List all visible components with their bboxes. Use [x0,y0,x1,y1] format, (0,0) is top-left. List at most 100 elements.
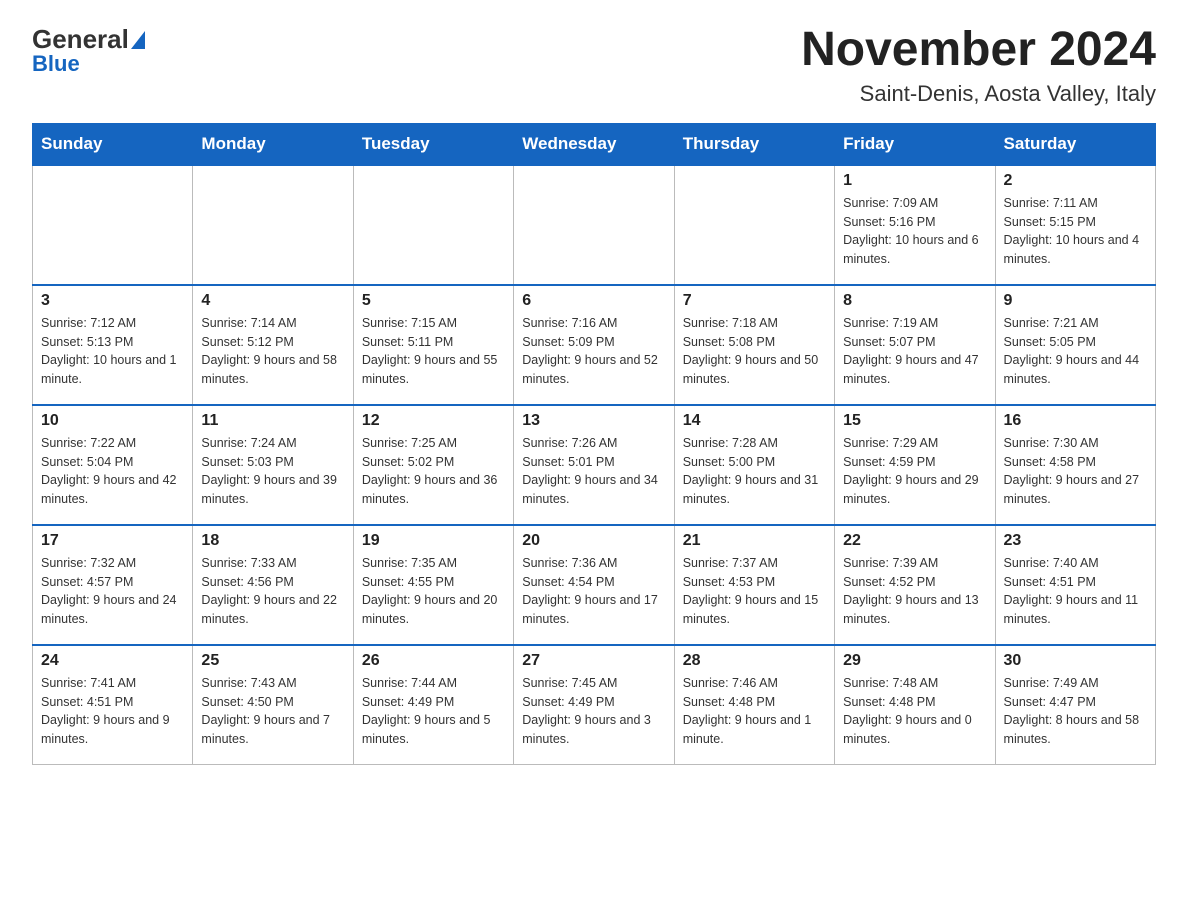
title-block: November 2024 Saint-Denis, Aosta Valley,… [801,24,1156,107]
day-info: Sunrise: 7:18 AMSunset: 5:08 PMDaylight:… [683,314,826,389]
calendar-cell: 6 Sunrise: 7:16 AMSunset: 5:09 PMDaylight… [514,285,674,405]
day-info: Sunrise: 7:32 AMSunset: 4:57 PMDaylight:… [41,554,184,629]
day-info: Sunrise: 7:41 AMSunset: 4:51 PMDaylight:… [41,674,184,749]
calendar-week-4: 17 Sunrise: 7:32 AMSunset: 4:57 PMDayligh… [33,525,1156,645]
day-number: 11 [201,412,344,430]
day-number: 21 [683,532,826,550]
day-info: Sunrise: 7:33 AMSunset: 4:56 PMDaylight:… [201,554,344,629]
day-number: 22 [843,532,986,550]
day-number: 27 [522,652,665,670]
day-number: 13 [522,412,665,430]
calendar-header-friday: Friday [835,123,995,165]
day-info: Sunrise: 7:28 AMSunset: 5:00 PMDaylight:… [683,434,826,509]
day-number: 18 [201,532,344,550]
day-number: 2 [1004,172,1147,190]
calendar-header-sunday: Sunday [33,123,193,165]
calendar-cell: 29 Sunrise: 7:48 AMSunset: 4:48 PMDayligh… [835,645,995,765]
calendar-cell: 4 Sunrise: 7:14 AMSunset: 5:12 PMDaylight… [193,285,353,405]
day-number: 23 [1004,532,1147,550]
calendar-cell: 28Sunrise: 7:46 AMSunset: 4:48 PMDayligh… [674,645,834,765]
calendar-cell: 22 Sunrise: 7:39 AMSunset: 4:52 PMDayligh… [835,525,995,645]
day-info: Sunrise: 7:16 AMSunset: 5:09 PMDaylight:… [522,314,665,389]
day-number: 5 [362,292,505,310]
calendar-cell: 7 Sunrise: 7:18 AMSunset: 5:08 PMDaylight… [674,285,834,405]
day-number: 24 [41,652,184,670]
calendar-header-row: SundayMondayTuesdayWednesdayThursdayFrid… [33,123,1156,165]
day-info: Sunrise: 7:37 AMSunset: 4:53 PMDaylight:… [683,554,826,629]
logo-triangle-icon [131,31,145,49]
calendar-cell: 25 Sunrise: 7:43 AMSunset: 4:50 PMDayligh… [193,645,353,765]
day-info: Sunrise: 7:22 AMSunset: 5:04 PMDaylight:… [41,434,184,509]
day-info: Sunrise: 7:14 AMSunset: 5:12 PMDaylight:… [201,314,344,389]
calendar-week-3: 10 Sunrise: 7:22 AMSunset: 5:04 PMDayligh… [33,405,1156,525]
day-number: 30 [1004,652,1147,670]
day-info: Sunrise: 7:39 AMSunset: 4:52 PMDaylight:… [843,554,986,629]
calendar-header-wednesday: Wednesday [514,123,674,165]
day-number: 9 [1004,292,1147,310]
day-info: Sunrise: 7:09 AMSunset: 5:16 PMDaylight:… [843,194,986,269]
calendar-cell [514,165,674,285]
calendar-cell [33,165,193,285]
day-number: 20 [522,532,665,550]
calendar-cell: 17 Sunrise: 7:32 AMSunset: 4:57 PMDayligh… [33,525,193,645]
calendar-cell: 12Sunrise: 7:25 AMSunset: 5:02 PMDayligh… [353,405,513,525]
day-number: 8 [843,292,986,310]
day-number: 19 [362,532,505,550]
day-number: 1 [843,172,986,190]
calendar-cell: 21 Sunrise: 7:37 AMSunset: 4:53 PMDayligh… [674,525,834,645]
day-info: Sunrise: 7:49 AMSunset: 4:47 PMDaylight:… [1004,674,1147,749]
day-info: Sunrise: 7:45 AMSunset: 4:49 PMDaylight:… [522,674,665,749]
day-number: 4 [201,292,344,310]
day-number: 10 [41,412,184,430]
calendar-cell: 5 Sunrise: 7:15 AMSunset: 5:11 PMDaylight… [353,285,513,405]
calendar-cell: 30 Sunrise: 7:49 AMSunset: 4:47 PMDayligh… [995,645,1155,765]
day-number: 15 [843,412,986,430]
calendar-table: SundayMondayTuesdayWednesdayThursdayFrid… [32,123,1156,766]
logo-blue-text: Blue [32,51,145,77]
day-number: 17 [41,532,184,550]
calendar-header-tuesday: Tuesday [353,123,513,165]
calendar-cell: 15 Sunrise: 7:29 AMSunset: 4:59 PMDayligh… [835,405,995,525]
day-info: Sunrise: 7:44 AMSunset: 4:49 PMDaylight:… [362,674,505,749]
calendar-cell: 8 Sunrise: 7:19 AMSunset: 5:07 PMDaylight… [835,285,995,405]
calendar-cell: 27 Sunrise: 7:45 AMSunset: 4:49 PMDayligh… [514,645,674,765]
day-number: 6 [522,292,665,310]
calendar-cell [674,165,834,285]
day-info: Sunrise: 7:40 AMSunset: 4:51 PMDaylight:… [1004,554,1147,629]
calendar-cell: 23 Sunrise: 7:40 AMSunset: 4:51 PMDayligh… [995,525,1155,645]
calendar-week-5: 24 Sunrise: 7:41 AMSunset: 4:51 PMDayligh… [33,645,1156,765]
calendar-cell [193,165,353,285]
calendar-cell: 1 Sunrise: 7:09 AMSunset: 5:16 PMDaylight… [835,165,995,285]
day-number: 3 [41,292,184,310]
day-number: 7 [683,292,826,310]
day-info: Sunrise: 7:15 AMSunset: 5:11 PMDaylight:… [362,314,505,389]
calendar-cell: 20 Sunrise: 7:36 AMSunset: 4:54 PMDayligh… [514,525,674,645]
calendar-cell: 11Sunrise: 7:24 AMSunset: 5:03 PMDayligh… [193,405,353,525]
month-title: November 2024 [801,24,1156,77]
calendar-cell: 18 Sunrise: 7:33 AMSunset: 4:56 PMDayligh… [193,525,353,645]
day-info: Sunrise: 7:36 AMSunset: 4:54 PMDaylight:… [522,554,665,629]
logo: General Blue [32,24,145,77]
calendar-week-1: 1 Sunrise: 7:09 AMSunset: 5:16 PMDaylight… [33,165,1156,285]
calendar-cell: 16Sunrise: 7:30 AMSunset: 4:58 PMDayligh… [995,405,1155,525]
calendar-cell: 3Sunrise: 7:12 AMSunset: 5:13 PMDaylight… [33,285,193,405]
calendar-header-monday: Monday [193,123,353,165]
day-info: Sunrise: 7:19 AMSunset: 5:07 PMDaylight:… [843,314,986,389]
day-info: Sunrise: 7:43 AMSunset: 4:50 PMDaylight:… [201,674,344,749]
calendar-header-thursday: Thursday [674,123,834,165]
day-number: 14 [683,412,826,430]
day-number: 29 [843,652,986,670]
day-info: Sunrise: 7:35 AMSunset: 4:55 PMDaylight:… [362,554,505,629]
calendar-cell: 26 Sunrise: 7:44 AMSunset: 4:49 PMDayligh… [353,645,513,765]
day-info: Sunrise: 7:29 AMSunset: 4:59 PMDaylight:… [843,434,986,509]
calendar-cell: 24 Sunrise: 7:41 AMSunset: 4:51 PMDayligh… [33,645,193,765]
day-info: Sunrise: 7:48 AMSunset: 4:48 PMDaylight:… [843,674,986,749]
location-title: Saint-Denis, Aosta Valley, Italy [801,81,1156,107]
page-header: General Blue November 2024 Saint-Denis, … [32,24,1156,107]
day-info: Sunrise: 7:11 AMSunset: 5:15 PMDaylight:… [1004,194,1147,269]
day-number: 25 [201,652,344,670]
calendar-cell: 13Sunrise: 7:26 AMSunset: 5:01 PMDayligh… [514,405,674,525]
day-number: 26 [362,652,505,670]
calendar-cell: 14 Sunrise: 7:28 AMSunset: 5:00 PMDayligh… [674,405,834,525]
day-number: 28 [683,652,826,670]
